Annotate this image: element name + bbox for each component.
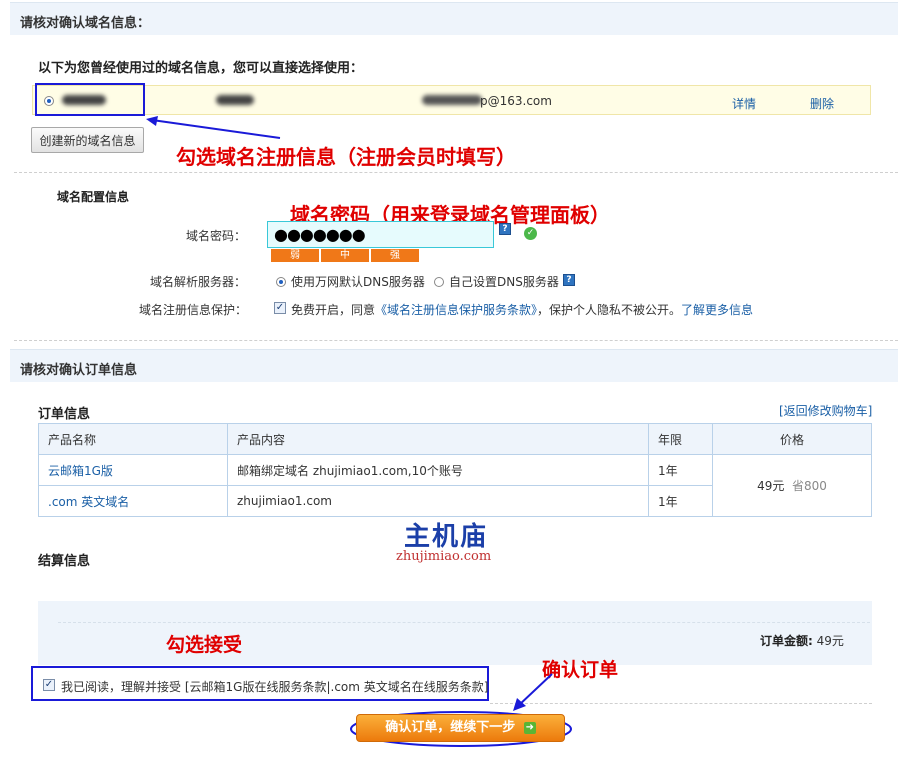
price-value: 49元 (757, 479, 785, 493)
agree-checkbox[interactable]: ✓ (43, 679, 55, 691)
check-ok-icon: ✓ (524, 227, 537, 240)
blurred-org (216, 95, 254, 105)
privacy-label: 域名注册信息保护： (139, 303, 248, 317)
settlement-divider (58, 622, 870, 623)
order-info-title: 订单信息 (38, 407, 91, 422)
product-years: 1年 (648, 485, 713, 517)
password-help-icon[interactable]: ? (499, 223, 511, 235)
annotation-select-record: 勾选域名注册信息（注册会员时填写） (176, 145, 516, 169)
header-product-content: 产品内容 (227, 423, 649, 455)
dns-custom-radio[interactable] (434, 277, 444, 287)
order-total: 订单金额: 49元 (760, 632, 844, 649)
table-row: 云邮箱1G版 邮箱绑定域名 zhujimiao1.com,10个账号 1年 49… (38, 454, 872, 517)
password-value: ●●●●●●● (274, 225, 366, 244)
settlement-title: 结算信息 (38, 554, 91, 569)
settlement-box (38, 601, 872, 665)
order-table-header: 产品名称 产品内容 年限 价格 (38, 423, 872, 455)
confirm-order-label: 确认订单，继续下一步 (385, 720, 516, 735)
dns-custom-label[interactable]: 自己设置DNS服务器 (449, 273, 559, 290)
saved-record-email: p@163.com (480, 94, 552, 108)
divider-2 (14, 340, 898, 341)
domain-config-title: 域名配置信息 (57, 190, 130, 204)
header-product-name: 产品名称 (38, 423, 228, 455)
domain-section-header: 请核对确认域名信息： (10, 2, 898, 35)
password-strength-meter: 弱 中 强 (271, 249, 419, 262)
dns-label: 域名解析服务器： (150, 275, 247, 289)
password-input[interactable]: ●●●●●●● (267, 221, 494, 248)
strength-medium: 中 (321, 249, 369, 262)
price-saving: 省800 (792, 479, 827, 493)
password-label: 域名密码： (186, 229, 247, 243)
annotation-arrow-confirm (513, 673, 553, 711)
watermark-logo-cn: 主机庙 (404, 522, 489, 552)
header-price: 价格 (712, 423, 872, 455)
back-to-cart-link[interactable]: [返回修改购物车] (779, 402, 872, 419)
product-name[interactable]: 云邮箱1G版 (38, 454, 228, 486)
agree-text-label: 我已阅读，理解并接受 (61, 680, 182, 694)
order-section-title: 请核对确认订单信息 (20, 363, 138, 378)
strength-weak: 弱 (271, 249, 319, 262)
arrow-right-icon: ➜ (523, 721, 536, 734)
privacy-terms-link[interactable]: 《域名注册信息保护服务条款》 (375, 303, 537, 317)
blurred-email-prefix (422, 95, 482, 105)
product-content: zhujimiao1.com (227, 485, 649, 517)
dns-default-label[interactable]: 使用万网默认DNS服务器 (291, 273, 425, 290)
price-cell: 49元 省800 (712, 454, 872, 517)
order-total-label: 订单金额: (760, 634, 813, 648)
privacy-text: 免费开启，同意《域名注册信息保护服务条款》，保护个人隐私不被公开。了解更多信息 (291, 301, 753, 318)
dns-help-icon[interactable]: ? (563, 274, 575, 286)
agree-text: 我已阅读，理解并接受 [云邮箱1G版在线服务条款|.com 英文域名在线服务条款… (61, 678, 488, 695)
order-section-header: 请核对确认订单信息 (10, 349, 898, 382)
agree-terms-links[interactable]: [云邮箱1G版在线服务条款|.com 英文域名在线服务条款] (185, 680, 489, 694)
domain-section-title: 请核对确认域名信息： (20, 16, 151, 31)
privacy-checkbox[interactable]: ✓ (274, 302, 286, 314)
highlight-box-record (35, 83, 145, 116)
product-years: 1年 (648, 454, 713, 486)
create-new-domain-info-button[interactable]: 创建新的域名信息 (31, 127, 144, 153)
product-name[interactable]: .com 英文域名 (38, 485, 228, 517)
order-table: 产品名称 产品内容 年限 价格 云邮箱1G版 邮箱绑定域名 zhujimiao1… (38, 423, 872, 517)
order-total-value: 49元 (816, 634, 844, 648)
detail-link[interactable]: 详情 (732, 95, 756, 112)
saved-domain-intro: 以下为您曾经使用过的域名信息，您可以直接选择使用： (38, 61, 364, 76)
strength-strong: 强 (371, 249, 419, 262)
confirm-order-button[interactable]: 确认订单，继续下一步 ➜ (356, 714, 565, 742)
header-years: 年限 (648, 423, 713, 455)
product-content: 邮箱绑定域名 zhujimiao1.com,10个账号 (227, 454, 649, 486)
privacy-text-1: 免费开启，同意 (291, 303, 376, 317)
privacy-more-link[interactable]: 了解更多信息 (681, 303, 753, 317)
dns-default-radio[interactable] (276, 277, 286, 287)
divider-1 (14, 172, 898, 173)
delete-link[interactable]: 删除 (810, 95, 834, 112)
watermark-logo-en: zhujimiao.com (396, 549, 492, 564)
privacy-text-2: ，保护个人隐私不被公开。 (537, 303, 682, 317)
annotation-accept: 勾选接受 (166, 634, 243, 656)
